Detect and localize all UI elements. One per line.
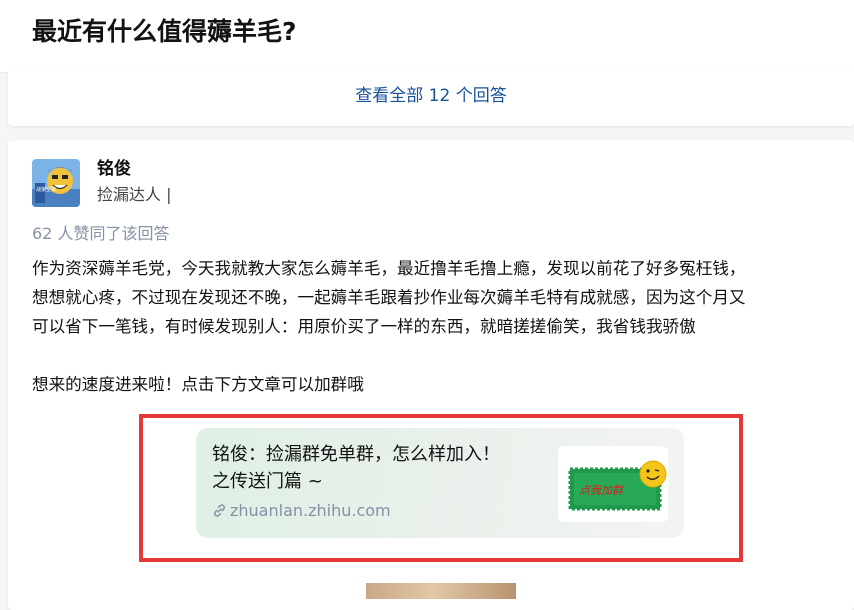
stamp-text: 点我加群 bbox=[579, 484, 625, 497]
article-link-card[interactable]: 铭俊：捡漏群免单群，怎么样加入！ 之传送门篇 ~ zhuanlan.zhihu.… bbox=[196, 428, 684, 538]
link-card-thumbnail[interactable]: 点我加群 bbox=[558, 446, 668, 522]
author-bio: 捡漏达人 | bbox=[97, 185, 172, 204]
link-card-title-line: 铭俊：捡漏群免单群，怎么样加入！ bbox=[212, 444, 500, 465]
content-line: 作为资深薅羊毛党，今天我就教大家怎么薅羊毛，最近撸羊毛撸上瘾，发现以前花了好多冤… bbox=[32, 259, 746, 278]
content-line: 想想就心疼，不过现在发现还不晚，一起薅羊毛跟着抄作业每次薅羊毛特有成就感，因为这… bbox=[32, 288, 746, 307]
view-all-answers-card: 查看全部 12 个回答 bbox=[8, 72, 854, 126]
question-header: 最近有什么值得薅羊毛? bbox=[0, 0, 854, 72]
link-icon bbox=[212, 502, 227, 524]
link-card-title-line: 之传送门篇 ~ bbox=[212, 471, 323, 492]
avatar-image: 战狼空降 bbox=[32, 159, 80, 207]
likes-count: 62 人赞同了该回答 bbox=[32, 224, 170, 243]
svg-text:战狼空降: 战狼空降 bbox=[36, 186, 56, 193]
svg-text:点我加群: 点我加群 bbox=[579, 484, 625, 497]
smiley-icon bbox=[639, 460, 667, 488]
question-title[interactable]: 最近有什么值得薅羊毛? bbox=[32, 14, 297, 50]
avatar[interactable]: 战狼空降 bbox=[32, 159, 80, 207]
content-line: 可以省下一笔钱，有时候发现别人：用原价买了一样的东西，就暗搓搓偷笑，我省钱我骄傲 bbox=[32, 317, 696, 336]
link-card-url-text: zhuanlan.zhihu.com bbox=[230, 501, 391, 520]
link-card-title[interactable]: 铭俊：捡漏群免单群，怎么样加入！ 之传送门篇 ~ bbox=[212, 441, 542, 495]
avatar-text: 战狼空降 bbox=[36, 186, 56, 193]
answer-content: 作为资深薅羊毛党，今天我就教大家怎么薅羊毛，最近撸羊毛撸上瘾，发现以前花了好多冤… bbox=[32, 254, 842, 399]
author-name[interactable]: 铭俊 bbox=[97, 157, 131, 181]
view-all-answers-link[interactable]: 查看全部 12 个回答 bbox=[8, 84, 854, 108]
link-card-url: zhuanlan.zhihu.com bbox=[212, 500, 391, 524]
answer-image-preview[interactable] bbox=[366, 583, 516, 599]
content-line: 想来的速度进来啦！点击下方文章可以加群哦 bbox=[32, 375, 364, 394]
join-group-stamp-image: 点我加群 bbox=[568, 460, 667, 511]
